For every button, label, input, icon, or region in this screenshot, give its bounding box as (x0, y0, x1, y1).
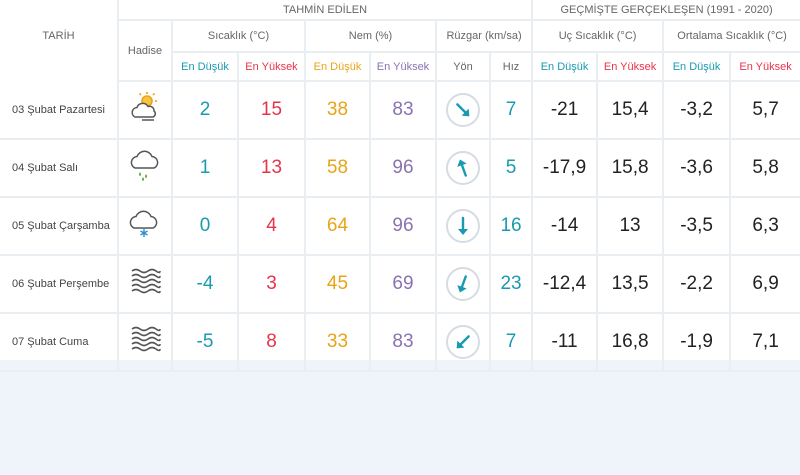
event-column-header: Hadise (117, 21, 173, 82)
snow-cloud-icon (128, 206, 162, 246)
average-high-value: 5,7 (729, 82, 800, 140)
temp-low-subheader: En Düşük (173, 53, 237, 82)
temp-low-value: 2 (173, 82, 237, 140)
forecast-row: 06 Şubat Perşembe -4 3 45 69 23 -12,4 13,5 -2,2 6… (0, 256, 800, 314)
average-low-value: -3,5 (662, 198, 730, 256)
wind-direction-arrow-icon (446, 267, 480, 301)
extreme-high-value: 15,8 (596, 140, 663, 198)
average-low-value: -3,2 (662, 82, 730, 140)
extreme-high-value: 16,8 (596, 314, 663, 372)
humidity-column-header: Nem (%) (304, 21, 435, 53)
humidity-high-subheader: En Yüksek (369, 53, 435, 82)
day-date: 04 Şubat Salı (0, 140, 117, 198)
temp-high-value: 8 (237, 314, 304, 372)
average-temp-column-header: Ortalama Sıcaklık (°C) (662, 21, 800, 53)
wind-direction-cell (435, 198, 489, 256)
temp-low-value: -4 (173, 256, 237, 314)
extreme-low-value: -17,9 (531, 140, 597, 198)
wind-direction-arrow-icon (446, 151, 480, 185)
humidity-high-value: 96 (369, 140, 435, 198)
forecast-row: 05 Şubat Çarşamba 0 4 64 96 16 -14 13 -3,5 6,3 (0, 198, 800, 256)
wind-speed-value: 16 (489, 198, 532, 256)
extreme-high-value: 13,5 (596, 256, 663, 314)
humidity-high-value: 83 (369, 314, 435, 372)
wind-direction-cell (435, 82, 489, 140)
humidity-high-value: 96 (369, 198, 435, 256)
extreme-temp-column-header: Uç Sıcaklık (°C) (531, 21, 663, 53)
humidity-low-subheader: En Düşük (304, 53, 369, 82)
fog-icon (128, 324, 162, 360)
weather-event-cell (117, 82, 173, 140)
extreme-low-value: -12,4 (531, 256, 597, 314)
wind-speed-value: 23 (489, 256, 532, 314)
extreme-low-value: -21 (531, 82, 597, 140)
wind-speed-subheader: Hız (489, 53, 532, 82)
wind-direction-cell (435, 256, 489, 314)
extreme-low-value: -14 (531, 198, 597, 256)
forecast-row: 04 Şubat Salı 1 13 58 96 5 -17,9 15,8 -3,6 5,8 (0, 140, 800, 198)
wind-direction-arrow-icon (446, 93, 480, 127)
extreme-high-value: 13 (596, 198, 663, 256)
wind-speed-value: 5 (489, 140, 532, 198)
wind-speed-value: 7 (489, 82, 532, 140)
humidity-high-value: 83 (369, 82, 435, 140)
forecast-row: 03 Şubat Pazartesi 2 15 38 83 7 -21 15,4 -3,2 5,7 (0, 82, 800, 140)
wind-column-header: Rüzgar (km/sa) (435, 21, 532, 53)
average-high-value: 6,3 (729, 198, 800, 256)
date-column-header: TARİH (42, 30, 75, 42)
average-low-value: -2,2 (662, 256, 730, 314)
wind-direction-subheader: Yön (435, 53, 489, 82)
day-date: 05 Şubat Çarşamba (0, 198, 117, 256)
temp-high-value: 4 (237, 198, 304, 256)
forecast-row: 07 Şubat Cuma -5 8 33 83 7 -11 16,8 -1,9 7,1 (0, 314, 800, 372)
forecast-table: TARİH TAHMİN EDİLEN GEÇMİŞTE GERÇEKLEŞEN… (0, 0, 800, 372)
extreme-low-subheader: En Düşük (531, 53, 597, 82)
wind-direction-arrow-icon (446, 209, 480, 243)
average-high-value: 7,1 (729, 314, 800, 372)
wind-direction-cell (435, 314, 489, 372)
day-date: 03 Şubat Pazartesi (0, 82, 117, 140)
humidity-low-value: 45 (304, 256, 369, 314)
forecast-group-header: TAHMİN EDİLEN (117, 0, 532, 21)
temp-high-value: 3 (237, 256, 304, 314)
temp-high-value: 15 (237, 82, 304, 140)
temperature-column-header: Sıcaklık (°C) (173, 21, 304, 53)
extreme-low-value: -11 (531, 314, 597, 372)
partly-cloudy-sun-icon (128, 90, 162, 130)
fog-icon (128, 266, 162, 302)
humidity-low-value: 64 (304, 198, 369, 256)
wind-speed-value: 7 (489, 314, 532, 372)
average-high-value: 6,9 (729, 256, 800, 314)
humidity-low-value: 38 (304, 82, 369, 140)
temp-high-value: 13 (237, 140, 304, 198)
humidity-low-value: 58 (304, 140, 369, 198)
wind-direction-cell (435, 140, 489, 198)
temp-high-subheader: En Yüksek (237, 53, 304, 82)
forecast-panel: TARİH TAHMİN EDİLEN GEÇMİŞTE GERÇEKLEŞEN… (0, 0, 800, 372)
rain-cloud-icon (128, 147, 162, 189)
humidity-low-value: 33 (304, 314, 369, 372)
average-low-value: -3,6 (662, 140, 730, 198)
average-low-subheader: En Düşük (662, 53, 730, 82)
wind-direction-arrow-icon (446, 325, 480, 359)
humidity-high-value: 69 (369, 256, 435, 314)
average-high-subheader: En Yüksek (729, 53, 800, 82)
weather-event-cell (117, 198, 173, 256)
history-group-header: GEÇMİŞTE GERÇEKLEŞEN (1991 - 2020) (531, 0, 800, 21)
day-date: 07 Şubat Cuma (0, 314, 117, 372)
weather-event-cell (117, 256, 173, 314)
weather-event-cell (117, 140, 173, 198)
weather-event-cell (117, 314, 173, 372)
temp-low-value: -5 (173, 314, 237, 372)
temp-low-value: 1 (173, 140, 237, 198)
day-date: 06 Şubat Perşembe (0, 256, 117, 314)
temp-low-value: 0 (173, 198, 237, 256)
average-high-value: 5,8 (729, 140, 800, 198)
extreme-high-subheader: En Yüksek (596, 53, 663, 82)
extreme-high-value: 15,4 (596, 82, 663, 140)
average-low-value: -1,9 (662, 314, 730, 372)
